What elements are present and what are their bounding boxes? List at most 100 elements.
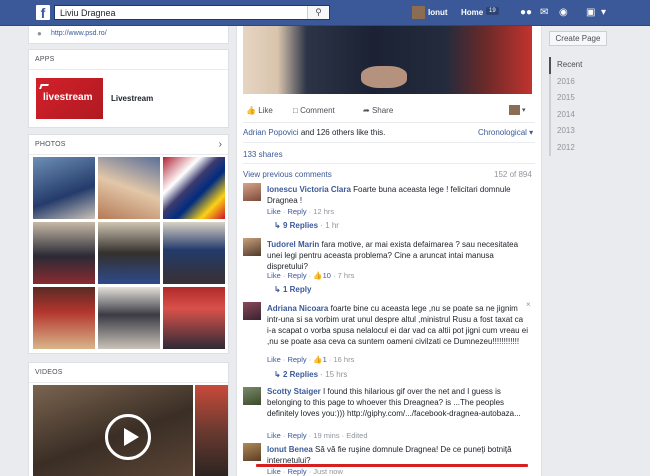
divider — [243, 163, 535, 164]
year-item-2013[interactable]: 2013 — [551, 123, 582, 140]
comment-like-link[interactable]: Like — [267, 355, 281, 364]
comment-time: Just now — [313, 467, 343, 476]
comment-meta: Like · Reply · 👍1 · 16 hrs — [267, 355, 355, 364]
year-item-2012[interactable]: 2012 — [551, 140, 582, 157]
profile-link[interactable]: Ionut — [428, 8, 448, 17]
caret-down-icon[interactable]: ▾ — [601, 7, 606, 19]
videos-header[interactable]: VIDEOS — [29, 363, 228, 383]
year-item-recent[interactable]: Recent — [549, 57, 582, 74]
about-card: ● http://www.psd.ro/ — [28, 26, 229, 44]
comment-edited[interactable]: Edited — [346, 431, 367, 440]
commenter-avatar[interactable] — [243, 387, 261, 405]
lock-icon[interactable]: ▣ — [586, 7, 595, 19]
view-replies-link[interactable]: ↳ 1 Reply — [274, 285, 311, 294]
commenter-name[interactable]: Ionescu Victoria Clara — [267, 185, 351, 194]
photo-thumbnail[interactable] — [163, 287, 225, 349]
reply-arrow-icon: ↳ — [274, 370, 281, 379]
comment-time: 7 hrs — [337, 271, 355, 280]
comment-reply-link[interactable]: Reply — [287, 207, 306, 216]
comment-reply-link[interactable]: Reply — [287, 355, 306, 364]
video-thumbnail-partial[interactable] — [195, 385, 228, 476]
photo-thumbnail[interactable] — [163, 222, 225, 284]
home-link[interactable]: Home — [461, 8, 483, 17]
search-icon[interactable]: ⚲ — [307, 6, 329, 19]
like-label: Like — [258, 106, 273, 115]
comment-reply-link[interactable]: Reply — [287, 271, 306, 280]
comment-body: Ionut Benea Să vă fie ruşine domnule Dra… — [267, 444, 529, 466]
comment-body: Tudorel Marin fara motive, ar mai exista… — [267, 239, 529, 272]
commenter-avatar[interactable] — [243, 183, 261, 201]
comment-body: Scotty Staiger I found this hilarious gi… — [267, 386, 529, 419]
share-button[interactable]: ➦ Share — [363, 106, 393, 115]
search-box: ⚲ — [54, 5, 330, 20]
share-label: Share — [371, 106, 394, 115]
replies-time: 15 hrs — [325, 370, 348, 379]
create-page-button[interactable]: Create Page — [549, 31, 607, 46]
shares-link[interactable]: 133 shares — [243, 150, 283, 159]
comment-reply-link[interactable]: Reply — [287, 431, 306, 440]
photo-thumbnail[interactable] — [98, 222, 160, 284]
photo-thumbnail[interactable] — [98, 157, 160, 219]
commenter-avatar[interactable] — [243, 238, 261, 256]
facebook-logo[interactable]: f — [36, 5, 50, 21]
thumbs-up-icon: 👍 — [313, 355, 323, 364]
view-replies-link[interactable]: ↳ 9 Replies · 1 hr — [274, 221, 339, 230]
comment-reply-link[interactable]: Reply — [287, 467, 306, 476]
photos-header[interactable]: PHOTOS — [29, 135, 228, 155]
caret-down-icon[interactable]: ▾ — [522, 106, 526, 114]
user-avatar[interactable] — [412, 6, 425, 19]
comment-label: Comment — [300, 106, 335, 115]
commenter-name[interactable]: Scotty Staiger — [267, 387, 321, 396]
liker-name-link[interactable]: Adrian Popovici — [243, 128, 299, 137]
apps-header: APPS — [29, 50, 228, 70]
divider — [243, 142, 535, 143]
livestream-logo[interactable]: livestream — [36, 78, 103, 119]
replies-label: 1 Reply — [282, 285, 312, 294]
photo-thumbnail[interactable] — [33, 222, 95, 284]
comment-time: 12 hrs — [313, 207, 335, 216]
like-button[interactable]: 👍 Like — [246, 106, 273, 115]
comment-like-link[interactable]: Like — [267, 207, 281, 216]
comment-like-count[interactable]: 1 — [323, 355, 327, 364]
commenter-name[interactable]: Ionut Benea — [267, 445, 313, 454]
reply-arrow-icon: ↳ — [274, 285, 281, 294]
chevron-right-icon[interactable]: › — [219, 139, 222, 150]
year-item-2014[interactable]: 2014 — [551, 107, 582, 124]
comment-button[interactable]: □ Comment — [293, 106, 335, 115]
post-as-avatar[interactable] — [509, 105, 520, 115]
commenter-avatar[interactable] — [243, 302, 261, 320]
comment-like-link[interactable]: Like — [267, 271, 281, 280]
commenter-name[interactable]: Adriana Nicoara — [267, 304, 328, 313]
comment-like-link[interactable]: Like — [267, 431, 281, 440]
comment-order-dropdown[interactable]: Chronological ▾ — [478, 128, 533, 137]
close-icon[interactable]: × — [526, 300, 531, 309]
view-previous-comments-link[interactable]: View previous comments — [243, 170, 332, 179]
photo-thumbnail[interactable] — [33, 157, 95, 219]
view-replies-link[interactable]: ↳ 2 Replies · 15 hrs — [274, 370, 347, 379]
livestream-app-link[interactable]: Livestream — [111, 94, 153, 103]
friends-icon[interactable]: ●● — [520, 7, 532, 19]
messages-icon[interactable]: ✉ — [540, 7, 548, 19]
post-photo[interactable] — [243, 26, 532, 94]
comment-body: Ionescu Victoria Clara Foarte buna aceas… — [267, 184, 529, 206]
year-item-2016[interactable]: 2016 — [551, 74, 582, 91]
website-link[interactable]: http://www.psd.ro/ — [51, 30, 107, 37]
commenter-name[interactable]: Tudorel Marin — [267, 240, 319, 249]
comment-like-link[interactable]: Like — [267, 467, 281, 476]
comment-icon: □ — [293, 106, 298, 115]
comment-time: 19 mins — [313, 431, 340, 440]
photo-thumbnail[interactable] — [163, 157, 225, 219]
play-icon[interactable] — [105, 414, 151, 460]
thumbs-up-icon: 👍 — [313, 271, 323, 280]
commenter-avatar[interactable] — [243, 443, 261, 461]
top-navigation-bar: f ⚲ Ionut Home 19 ●● ✉ ◉ ▣ ▾ — [0, 0, 650, 26]
comment-like-count[interactable]: 10 — [323, 271, 331, 280]
photo-thumbnail[interactable] — [33, 287, 95, 349]
reply-arrow-icon: ↳ — [274, 221, 281, 230]
comment-meta: Like · Reply · Just now — [267, 467, 343, 476]
photo-thumbnail[interactable] — [98, 287, 160, 349]
comment-meta: Like · Reply · 19 mins · Edited — [267, 431, 368, 440]
year-item-2015[interactable]: 2015 — [551, 90, 582, 107]
globe-icon[interactable]: ◉ — [559, 7, 568, 19]
search-input[interactable] — [55, 6, 305, 19]
